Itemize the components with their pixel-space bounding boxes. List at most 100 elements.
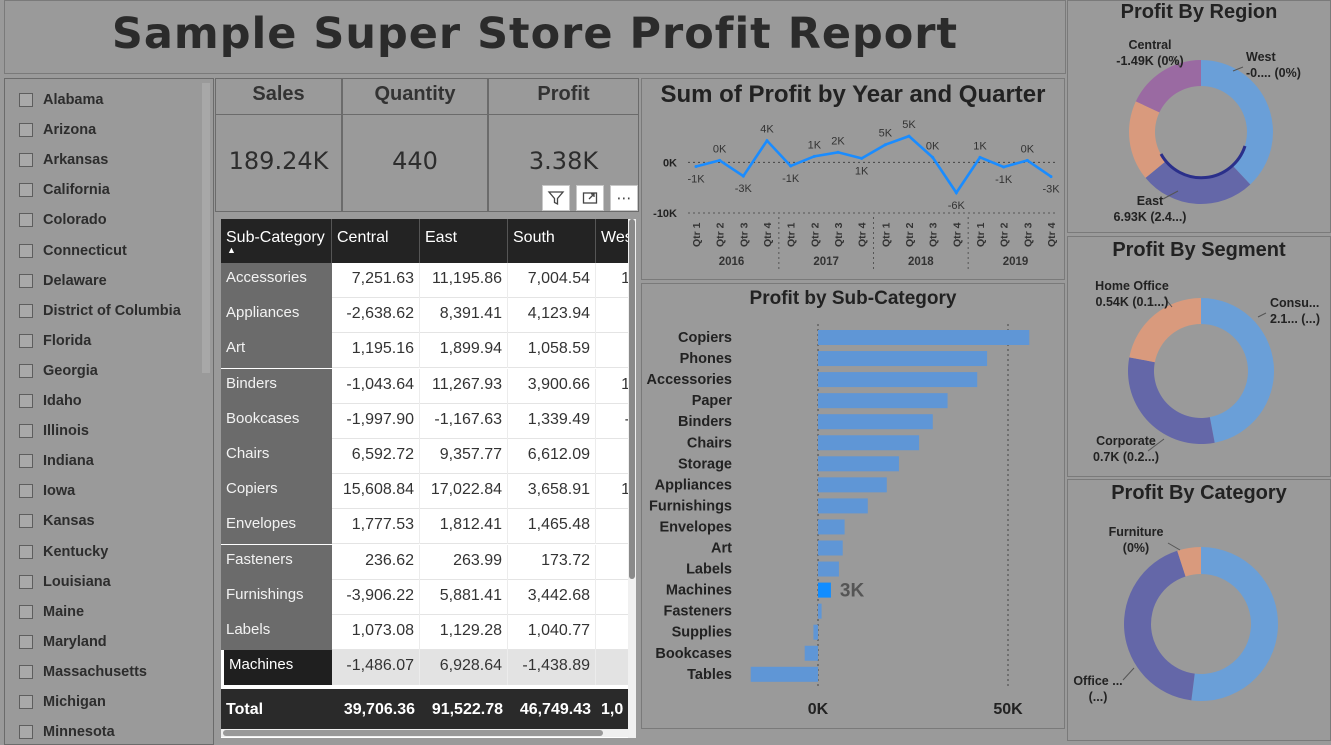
bar[interactable]	[818, 351, 988, 367]
checkbox-icon[interactable]	[19, 153, 33, 168]
bar[interactable]	[818, 435, 920, 451]
bar[interactable]	[818, 393, 948, 409]
data-point[interactable]	[860, 156, 864, 160]
checkbox-icon[interactable]	[19, 725, 33, 740]
table-vertical-scrollbar[interactable]	[628, 219, 636, 738]
bar[interactable]	[818, 414, 933, 430]
checkbox-icon[interactable]	[19, 574, 33, 589]
data-point[interactable]	[907, 134, 911, 138]
data-point[interactable]	[978, 155, 982, 159]
slicer-item[interactable]: Indiana	[19, 450, 94, 472]
table-row[interactable]: Bookcases-1,997.90-1,167.631,339.49-	[221, 403, 629, 439]
table-row[interactable]: Fasteners 236.62 263.99 173.72	[221, 544, 629, 580]
slicer-item[interactable]: Arkansas	[19, 149, 108, 171]
checkbox-icon[interactable]	[19, 604, 33, 619]
table-row[interactable]: Copiers 15,608.84 17,022.84 3,658.91 1	[221, 474, 629, 510]
data-point[interactable]	[789, 164, 793, 168]
checkbox-icon[interactable]	[19, 664, 33, 679]
focus-mode-icon[interactable]	[576, 185, 604, 211]
checkbox-icon[interactable]	[19, 544, 33, 559]
scrollbar-thumb[interactable]	[629, 219, 635, 579]
checkbox-icon[interactable]	[19, 484, 33, 499]
slicer-item[interactable]: Massachusetts	[19, 661, 147, 683]
checkbox-icon[interactable]	[19, 333, 33, 348]
data-point[interactable]	[741, 174, 745, 178]
donut-slice[interactable]	[1128, 357, 1215, 444]
slicer-item[interactable]: Kansas	[19, 510, 95, 532]
data-point[interactable]	[836, 150, 840, 154]
data-point[interactable]	[931, 155, 935, 159]
bar[interactable]	[818, 582, 831, 598]
slicer-item[interactable]: California	[19, 179, 110, 201]
filter-icon[interactable]	[542, 185, 570, 211]
column-header-south[interactable]: South	[508, 219, 596, 263]
bar[interactable]	[818, 603, 822, 619]
data-point[interactable]	[812, 154, 816, 158]
table-row[interactable]: Chairs 6,592.72 9,357.77 6,612.09	[221, 439, 629, 474]
checkbox-icon[interactable]	[19, 634, 33, 649]
data-point[interactable]	[718, 158, 722, 162]
checkbox-icon[interactable]	[19, 303, 33, 318]
bar[interactable]	[813, 624, 818, 640]
donut-slice[interactable]	[1191, 547, 1278, 701]
slicer-item[interactable]: Michigan	[19, 691, 106, 713]
bar[interactable]	[818, 519, 845, 535]
slicer-item[interactable]: Arizona	[19, 119, 96, 141]
data-point[interactable]	[1002, 165, 1006, 169]
slicer-item[interactable]: Alabama	[19, 89, 103, 111]
slicer-item[interactable]: Minnesota	[19, 721, 115, 743]
data-point[interactable]	[694, 164, 698, 168]
table-row[interactable]: Accessories 7,251.63 11,195.86 7,004.54 1	[221, 263, 629, 298]
slicer-scrollbar[interactable]	[202, 83, 210, 373]
checkbox-icon[interactable]	[19, 424, 33, 439]
slicer-item[interactable]: Colorado	[19, 209, 107, 231]
checkbox-icon[interactable]	[19, 363, 33, 378]
slicer-item[interactable]: Delaware	[19, 270, 107, 292]
bar[interactable]	[818, 330, 1030, 345]
bar[interactable]	[818, 561, 839, 577]
checkbox-icon[interactable]	[19, 93, 33, 107]
table-row[interactable]: Labels 1,073.08 1,129.28 1,040.77	[221, 615, 629, 650]
column-header-central[interactable]: Central	[332, 219, 420, 263]
table-row[interactable]: Furnishings -3,906.22 5,881.41 3,442.68	[221, 579, 629, 615]
table-row[interactable]: Binders -1,043.64 11,267.93 3,900.66 1	[221, 368, 629, 404]
more-options-icon[interactable]: ⋯	[610, 185, 638, 211]
column-header-sub-category[interactable]: Sub-Category ▲	[221, 219, 332, 263]
table-row[interactable]: Art 1,195.16 1,899.94 1,058.59	[221, 333, 629, 369]
bar[interactable]	[818, 372, 978, 388]
slicer-item[interactable]: Maryland	[19, 631, 107, 653]
data-point[interactable]	[1025, 158, 1029, 162]
checkbox-icon[interactable]	[19, 123, 33, 138]
slicer-item[interactable]: Georgia	[19, 360, 98, 382]
slicer-item[interactable]: Louisiana	[19, 571, 111, 593]
table-horizontal-scrollbar[interactable]	[221, 729, 629, 737]
slicer-item[interactable]: Florida	[19, 330, 91, 352]
scrollbar-thumb[interactable]	[223, 730, 603, 736]
slicer-item[interactable]: District of Columbia	[19, 300, 181, 322]
slicer-item[interactable]: Idaho	[19, 390, 82, 412]
data-point[interactable]	[954, 191, 958, 195]
data-point[interactable]	[765, 139, 769, 143]
donut-slice[interactable]	[1124, 550, 1195, 701]
donut-slice[interactable]	[1201, 298, 1274, 443]
column-header-east[interactable]: East	[420, 219, 508, 263]
slicer-item[interactable]: Iowa	[19, 480, 75, 502]
checkbox-icon[interactable]	[19, 394, 33, 408]
slicer-item[interactable]: Illinois	[19, 420, 89, 442]
bar[interactable]	[818, 477, 887, 493]
checkbox-icon[interactable]	[19, 695, 33, 709]
checkbox-icon[interactable]	[19, 273, 33, 288]
data-point[interactable]	[883, 143, 887, 147]
table-row[interactable]: Machines -1,486.07 6,928.64 -1,438.89	[221, 650, 629, 686]
checkbox-icon[interactable]	[19, 183, 33, 198]
table-row[interactable]: Envelopes 1,777.53 1,812.41 1,465.48	[221, 509, 629, 545]
checkbox-icon[interactable]	[19, 514, 33, 529]
bar[interactable]	[804, 645, 818, 661]
data-point[interactable]	[1049, 175, 1053, 179]
column-header-west[interactable]: West	[596, 219, 629, 263]
slicer-item[interactable]: Connecticut	[19, 240, 127, 262]
table-row[interactable]: Appliances -2,638.62 8,391.41 4,123.94	[221, 298, 629, 334]
checkbox-icon[interactable]	[19, 213, 33, 228]
slicer-item[interactable]: Maine	[19, 601, 84, 623]
slicer-item[interactable]: Kentucky	[19, 541, 108, 563]
